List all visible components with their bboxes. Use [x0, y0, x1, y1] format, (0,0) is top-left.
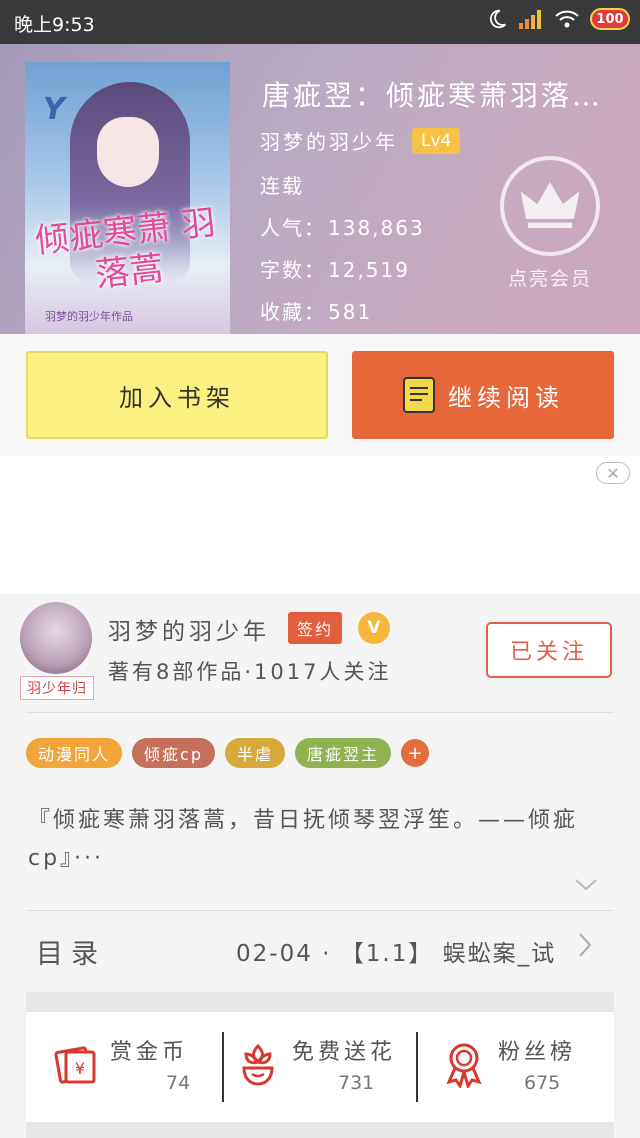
book-title: 唐疵翌：倾疵寒萧羽落…	[262, 79, 604, 112]
action-bar: 加入书架 继续阅读	[0, 334, 640, 456]
tag-item[interactable]: 半虐	[224, 738, 285, 768]
stat-label: 赏金币	[110, 1040, 189, 1065]
author-name[interactable]: 羽梦的羽少年	[108, 612, 270, 646]
ribbon-medal-icon	[446, 1043, 482, 1088]
book-header: Y 倾疵寒萧 羽落蒿 羽梦的羽少年作品 唐疵翌：倾疵寒萧羽落… 羽梦的羽少年 L…	[0, 44, 640, 334]
toc-latest-chapter[interactable]: 02-04 · 【1.1】 蜈蚣案_试	[236, 934, 556, 968]
stat-fans[interactable]: 粉丝榜 675	[440, 1028, 610, 1108]
avatar[interactable]	[20, 602, 92, 674]
author-section: 羽少年归 羽梦的羽少年 签约 V 著有8部作品·1017人关注 已关注 动漫同人…	[0, 594, 640, 1138]
words-value: 12,519	[328, 258, 410, 282]
stat-label: 免费送花	[292, 1040, 397, 1065]
follow-button[interactable]: 已关注	[486, 622, 612, 678]
popularity-row: 人气： 138,863	[260, 212, 425, 241]
popularity-value: 138,863	[328, 216, 425, 240]
cover-art-face	[97, 117, 159, 187]
vip-crown-icon[interactable]	[500, 156, 600, 256]
divider	[26, 910, 614, 911]
tag-list: 动漫同人 倾疵cp 半虐 唐疵翌主 +	[26, 738, 430, 768]
status-time: 晚上9:53	[14, 14, 95, 36]
svg-text:¥: ¥	[75, 1059, 85, 1078]
tag-item[interactable]: 倾疵cp	[132, 738, 215, 768]
author-row: 羽梦的羽少年 Lv4	[260, 126, 461, 155]
words-label: 字数：	[260, 258, 326, 282]
vip-label[interactable]: 点亮会员	[500, 264, 600, 291]
popularity-label: 人气：	[260, 216, 326, 240]
signed-badge: 签约	[288, 612, 343, 644]
book-status: 连载	[260, 174, 304, 198]
favorites-value: 581	[328, 300, 373, 324]
book-author[interactable]: 羽梦的羽少年	[260, 126, 398, 155]
words-row: 字数： 12,519	[260, 254, 410, 283]
stat-value: 74	[166, 1072, 191, 1094]
status-icons: 100	[486, 8, 630, 30]
level-badge: Lv4	[412, 127, 461, 154]
book-cover[interactable]: Y 倾疵寒萧 羽落蒿 羽梦的羽少年作品	[25, 62, 230, 334]
moon-icon	[489, 9, 506, 29]
stats-bar: ¥ 赏金币 74 免费送花 731 粉丝榜 675	[26, 1012, 614, 1122]
cover-title: 倾疵寒萧 羽落蒿	[33, 202, 218, 296]
continue-reading-label: 继续阅读	[448, 383, 564, 412]
chevron-down-icon[interactable]	[574, 878, 598, 892]
cover-logo: Y	[43, 92, 65, 127]
avatar-tag: 羽少年归	[20, 676, 94, 700]
tag-item[interactable]: 唐疵翌主	[295, 738, 392, 768]
favorites-label: 收藏：	[260, 300, 326, 324]
ad-close-icon[interactable]: ✕	[596, 462, 630, 484]
book-description: 『倾疵寒萧羽落蒿，昔日抚倾琴翌浮笙。——倾疵cp』···	[28, 808, 579, 871]
stat-label: 粉丝榜	[498, 1040, 577, 1065]
cover-author: 羽梦的羽少年作品	[45, 310, 133, 323]
crown-icon	[520, 182, 580, 229]
continue-reading-button[interactable]: 继续阅读	[352, 351, 614, 439]
author-works: 著有8部作品·1017人关注	[108, 660, 392, 684]
flower-pot-icon	[242, 1043, 274, 1086]
add-to-shelf-button[interactable]: 加入书架	[26, 351, 328, 439]
favorites-row: 收藏： 581	[260, 296, 372, 325]
status-bar: 晚上9:53 100	[0, 0, 640, 44]
stat-flowers[interactable]: 免费送花 731	[234, 1028, 424, 1108]
ad-area: ✕	[0, 456, 640, 594]
tag-item[interactable]: 动漫同人	[26, 738, 123, 768]
book-icon	[403, 377, 435, 413]
section-separator	[26, 992, 614, 1012]
divider	[26, 712, 614, 713]
chevron-right-icon[interactable]	[578, 932, 592, 958]
section-separator	[26, 1122, 614, 1138]
stat-reward[interactable]: ¥ 赏金币 74	[52, 1028, 232, 1108]
stat-value: 675	[524, 1072, 561, 1094]
battery-indicator: 100	[590, 8, 630, 30]
stat-value: 731	[338, 1072, 375, 1094]
verified-badge-icon: V	[358, 612, 390, 644]
signal-icon	[519, 10, 541, 29]
divider	[416, 1032, 418, 1102]
add-tag-button[interactable]: +	[401, 739, 430, 767]
red-envelope-yen-icon: ¥	[54, 1046, 96, 1084]
wifi-icon	[555, 10, 579, 28]
divider	[222, 1032, 224, 1102]
toc-label[interactable]: 目录	[36, 932, 106, 971]
